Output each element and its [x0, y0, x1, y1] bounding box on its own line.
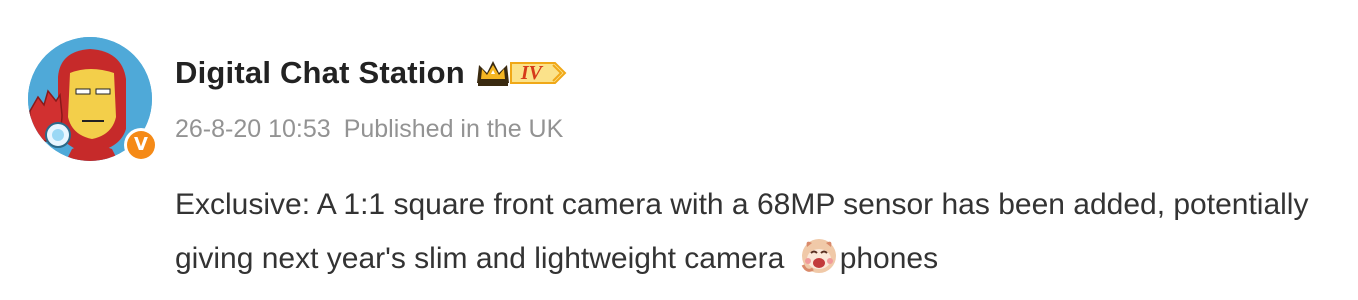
- verified-badge: V: [124, 128, 158, 162]
- avatar-container: V: [28, 37, 158, 162]
- laughing-doge-emoji-icon: [801, 239, 836, 273]
- post-meta: 26-8-20 10:53 Published in the UK: [175, 115, 563, 144]
- post-timestamp[interactable]: 26-8-20 10:53: [175, 115, 331, 144]
- weibo-post: V Digital Chat Station IV 26-8-20 10:53 …: [0, 0, 1358, 300]
- post-text-end: phones: [839, 242, 939, 275]
- post-location: Published in the UK: [343, 115, 564, 143]
- level-label: IV: [520, 61, 543, 84]
- author-name[interactable]: Digital Chat Station: [175, 55, 465, 91]
- level-badge[interactable]: IV: [475, 57, 588, 89]
- post-content: Exclusive: A 1:1 square front camera wit…: [175, 178, 1345, 286]
- verified-v-icon: V: [127, 131, 155, 159]
- author-row: Digital Chat Station IV: [175, 52, 588, 94]
- post-text: Exclusive: A 1:1 square front camera wit…: [175, 188, 1309, 275]
